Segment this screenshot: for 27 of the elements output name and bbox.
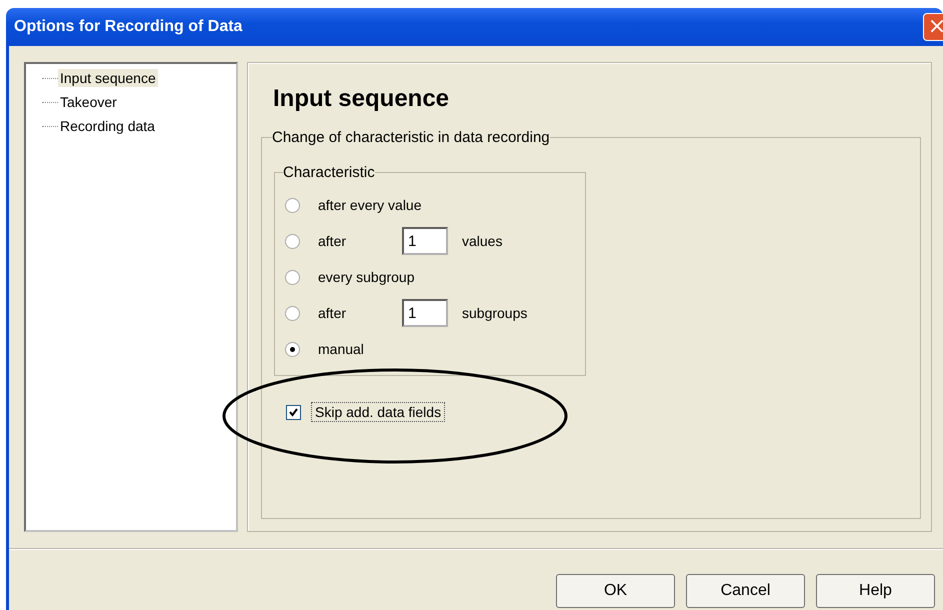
radio-button[interactable] — [285, 306, 300, 320]
dialog-button[interactable]: Cancel — [686, 574, 805, 608]
radio-button[interactable] — [285, 342, 300, 356]
group-title: Change of characteristic in data recording — [272, 129, 550, 146]
tree-item[interactable]: Input sequence — [58, 69, 158, 87]
unit-label: subgroups — [462, 305, 528, 321]
tree-item[interactable]: Recording data — [58, 117, 157, 135]
count-field[interactable]: 1 — [402, 227, 448, 255]
group-title: Characteristic — [283, 164, 375, 181]
unit-label: values — [462, 233, 502, 249]
close-button[interactable]: × — [923, 13, 943, 41]
radio-label: after every value — [318, 197, 422, 213]
radio-button[interactable] — [285, 198, 300, 212]
dialog-button[interactable]: Help — [816, 574, 935, 608]
radio-button[interactable] — [285, 270, 300, 284]
count-field[interactable]: 1 — [402, 299, 448, 327]
radio-label: every subgroup — [318, 269, 415, 285]
radio-button[interactable] — [285, 234, 300, 248]
page-heading: Input sequence — [273, 85, 450, 113]
dialog-button[interactable]: OK — [556, 574, 675, 608]
window-title: Options for Recording of Data — [14, 18, 242, 36]
checkbox-label: Skip add. data fields — [311, 402, 446, 422]
radio-label: after — [318, 305, 348, 321]
checkbox[interactable] — [286, 404, 301, 420]
tree-item[interactable]: Takeover — [58, 93, 119, 111]
radio-label: manual — [318, 341, 364, 357]
radio-label: after — [318, 233, 348, 249]
